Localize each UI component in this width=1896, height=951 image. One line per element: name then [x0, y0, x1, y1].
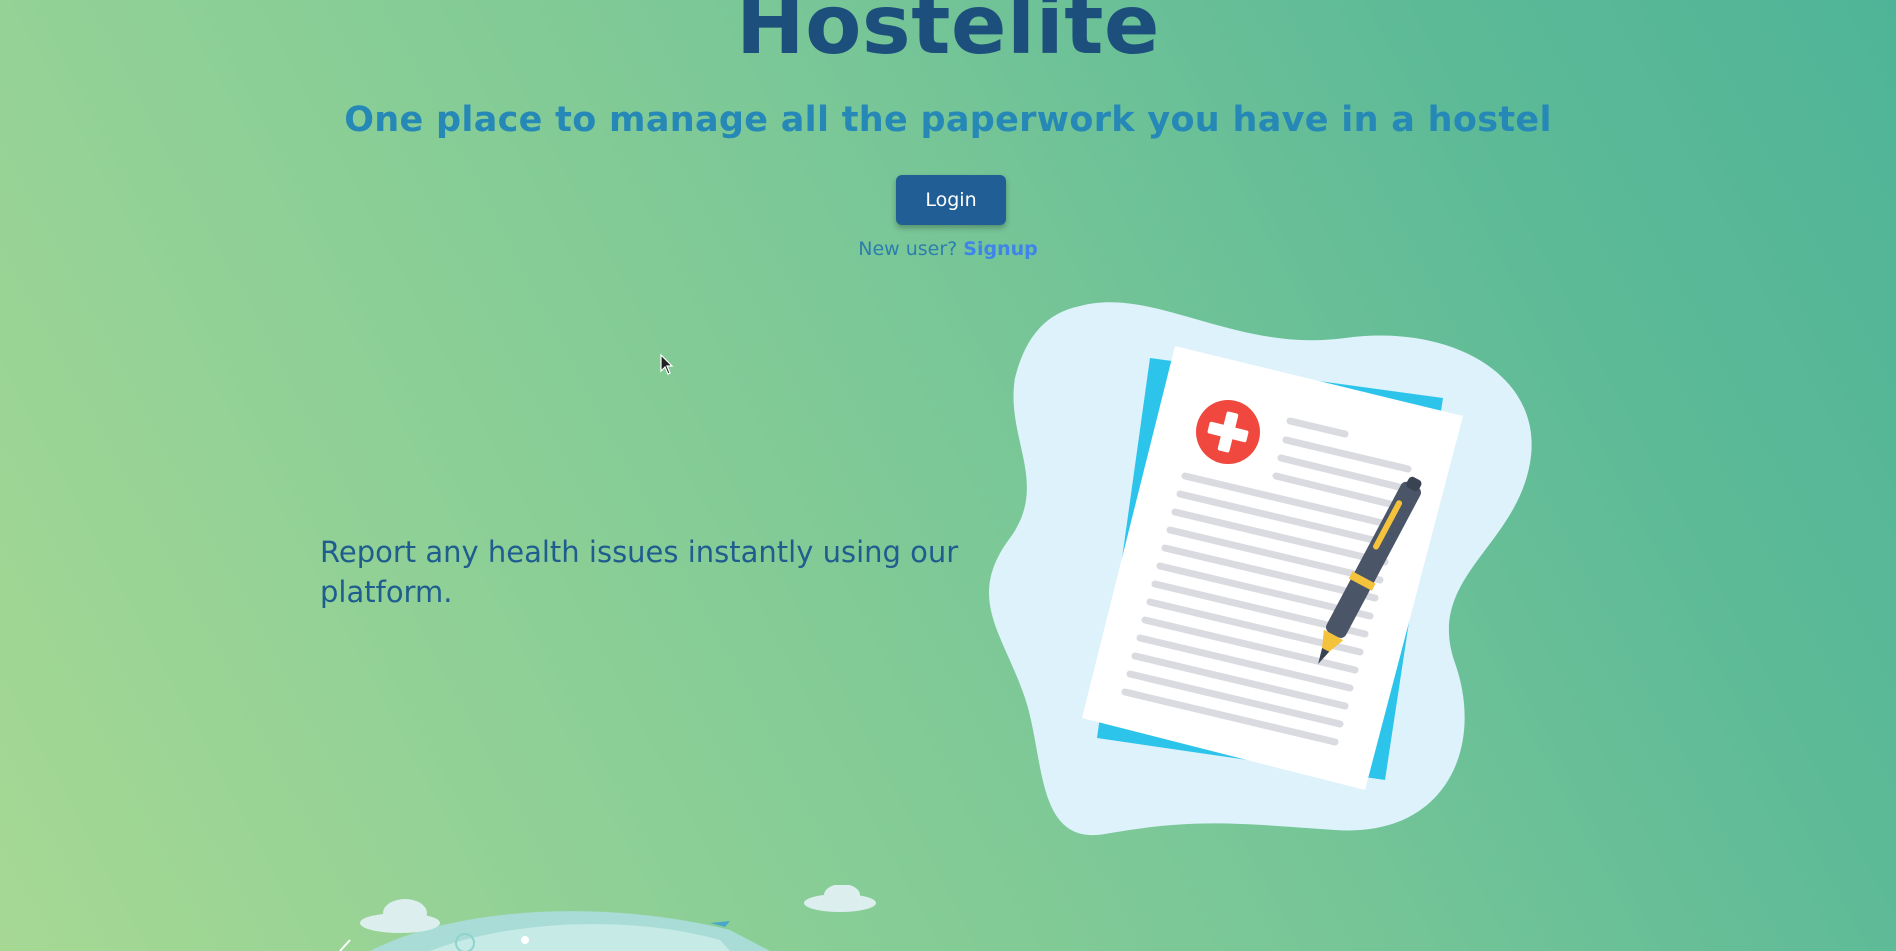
signup-prompt: New user? Signup	[0, 238, 1896, 260]
app-title: Hostelite	[735, 0, 1161, 73]
hostel-scene-illustration	[339, 885, 876, 951]
login-button[interactable]: Login	[896, 175, 1006, 225]
medical-report-with-pen-icon	[988, 302, 1532, 836]
mouse-cursor-icon	[660, 354, 674, 375]
new-user-label: New user?	[858, 238, 958, 260]
feature-description: Report any health issues instantly using…	[320, 535, 959, 609]
signup-link[interactable]: Signup	[963, 238, 1037, 260]
tagline: One place to manage all the paperwork yo…	[344, 100, 1552, 140]
